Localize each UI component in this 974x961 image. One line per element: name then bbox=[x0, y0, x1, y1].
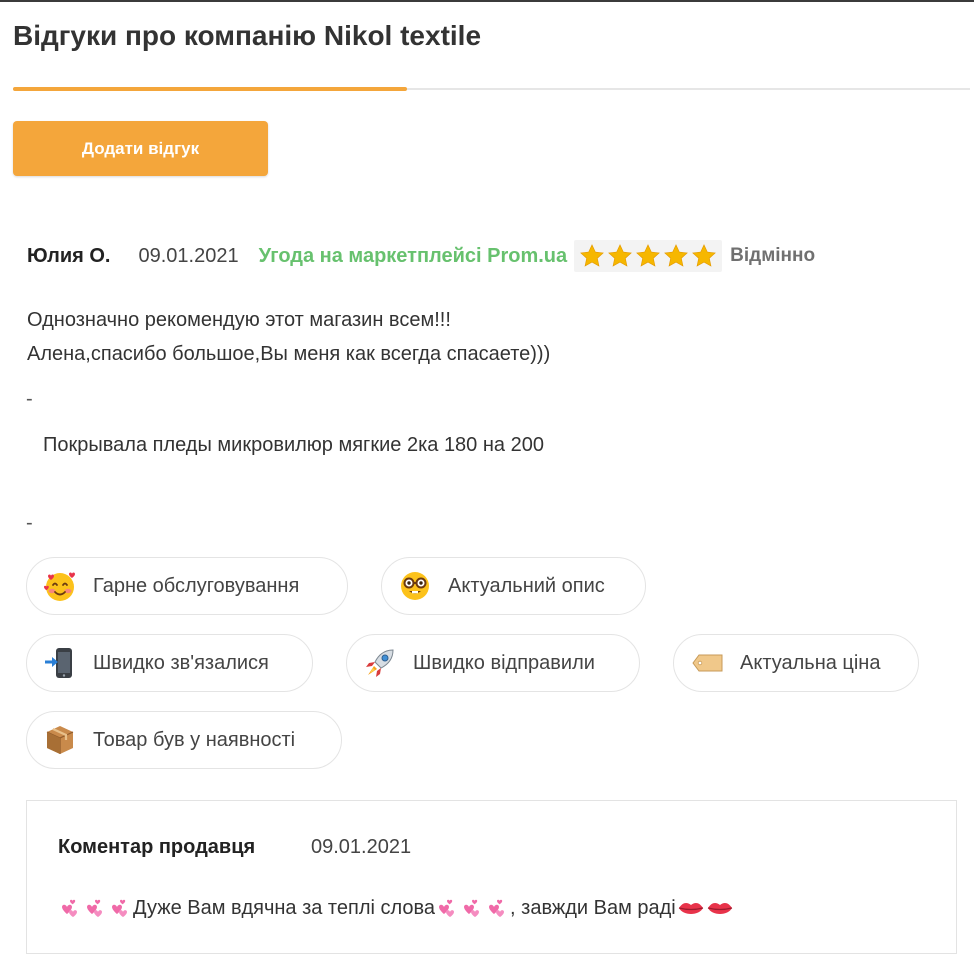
review-text-line: Однозначно рекомендую этот магазин всем!… bbox=[27, 309, 451, 331]
package-icon bbox=[43, 723, 77, 757]
rating-label: Відмінно bbox=[730, 245, 816, 266]
tag-accurate-description: Актуальний опис bbox=[381, 557, 646, 615]
star-icon bbox=[608, 244, 633, 267]
star-rating bbox=[574, 240, 723, 272]
top-border bbox=[0, 0, 974, 2]
seller-reply-title: Коментар продавця bbox=[58, 836, 256, 858]
star-icon bbox=[692, 244, 717, 267]
tag-quick-contact: Швидко зв'язалися bbox=[26, 634, 313, 692]
price-tag-icon bbox=[690, 646, 724, 680]
two-hearts-icon bbox=[87, 899, 102, 917]
tag-label: Швидко зв'язалися bbox=[93, 651, 269, 674]
tag-label: Швидко відправили bbox=[413, 651, 595, 674]
tag-quick-shipping: Швидко відправили bbox=[346, 634, 640, 692]
star-icon bbox=[664, 244, 689, 267]
star-icon bbox=[580, 244, 605, 267]
page-title: Відгуки про компанію Nikol textile bbox=[13, 20, 482, 51]
two-hearts-icon bbox=[112, 899, 127, 917]
tag-label: Товар був у наявності bbox=[93, 728, 296, 751]
review-header: Юлия О. 09.01.2021 Угода на маркетплейсі… bbox=[27, 240, 815, 272]
tag-label: Актуальна ціна bbox=[740, 651, 881, 674]
nerd-face-icon bbox=[398, 569, 432, 603]
seller-reply-text-tail: , завжди Вам раді bbox=[510, 897, 676, 919]
kiss-mark-icon bbox=[707, 902, 732, 914]
kiss-mark-icon bbox=[678, 902, 703, 914]
seller-reply: Коментар продавця 09.01.2021 Дуже Вам вд… bbox=[26, 800, 957, 954]
seller-reply-text: Дуже Вам вдячна за теплі слова , завжди … bbox=[58, 897, 734, 920]
review-date: 09.01.2021 bbox=[138, 244, 239, 267]
two-hearts-icon bbox=[62, 899, 77, 917]
review-author: Юлия О. bbox=[27, 244, 111, 267]
reviewed-product: Покрывала пледы микровилюр мягкие 2ка 18… bbox=[43, 434, 544, 456]
tag-in-stock: Товар був у наявності bbox=[26, 711, 342, 769]
rocket-icon bbox=[363, 646, 397, 680]
seller-reply-text-main: Дуже Вам вдячна за теплі слова bbox=[133, 897, 436, 919]
two-hearts-icon bbox=[489, 899, 505, 917]
two-hearts-icon bbox=[464, 899, 480, 917]
smiling-face-with-hearts-icon bbox=[43, 569, 77, 603]
tag-actual-price: Актуальна ціна bbox=[673, 634, 919, 692]
tag-label: Актуальний опис bbox=[448, 574, 605, 597]
two-hearts-icon bbox=[439, 899, 455, 917]
review-text: Однозначно рекомендую этот магазин всем!… bbox=[27, 303, 550, 371]
tag-good-service: Гарне обслуговування bbox=[26, 557, 348, 615]
seller-reply-date: 09.01.2021 bbox=[311, 836, 412, 858]
review-text-line: Алена,спасибо большое,Вы меня как всегда… bbox=[27, 343, 551, 365]
separator-dash: - bbox=[26, 512, 33, 534]
mobile-phone-arrow-icon bbox=[43, 646, 77, 680]
active-tab-indicator bbox=[13, 87, 407, 91]
separator-dash: - bbox=[26, 388, 33, 410]
marketplace-deal-link[interactable]: Угода на маркетплейсі Prom.ua bbox=[259, 245, 568, 268]
star-icon bbox=[636, 244, 661, 267]
tag-label: Гарне обслуговування bbox=[93, 574, 300, 597]
add-review-button[interactable]: Додати відгук bbox=[13, 121, 268, 176]
